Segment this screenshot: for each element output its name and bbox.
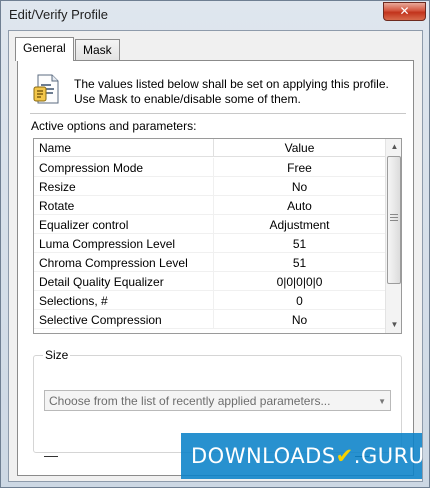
row-value: 0|0|0|0|0 <box>276 275 323 289</box>
recent-parameters-combo[interactable]: Choose from the list of recently applied… <box>44 390 391 411</box>
table-header: Name Value <box>34 139 385 157</box>
document-info-icon <box>33 74 59 104</box>
scroll-thumb[interactable] <box>387 156 401 284</box>
row-value: No <box>291 180 308 194</box>
tab-general[interactable]: General <box>15 37 74 61</box>
options-section-label: Active options and parameters: <box>31 119 197 133</box>
dialog-client-area: General Mask The values listed below sha… <box>8 30 423 482</box>
watermark-text: DOWNLOADS <box>191 444 336 468</box>
table-row[interactable]: Detail Quality Equalizer 0|0|0|0|0 <box>34 272 385 291</box>
table-row[interactable]: Resize No <box>34 177 385 196</box>
info-divider <box>30 113 406 114</box>
table-rows: Compression Mode Free Resize No Rotate A… <box>34 158 385 329</box>
row-value: 0 <box>296 294 303 308</box>
row-value: Adjustment <box>269 218 330 232</box>
info-line-2: Use Mask to enable/disable some of them. <box>74 92 301 106</box>
table-row[interactable]: Compression Mode Free <box>34 158 385 177</box>
row-name: Equalizer control <box>34 215 214 233</box>
watermark-banner: DOWNLOADS✔.GURU <box>181 433 425 479</box>
table-row[interactable]: Selections, # 0 <box>34 291 385 310</box>
row-name: Selective Compression <box>34 310 214 328</box>
dialog-window: Edit/Verify Profile ✕ General Mask The v… <box>0 0 430 488</box>
table-row[interactable]: Selective Compression No <box>34 310 385 329</box>
combo-placeholder: Choose from the list of recently applied… <box>49 394 331 408</box>
info-message: The values listed below shall be set on … <box>74 77 404 107</box>
table-row[interactable]: Equalizer control Adjustment <box>34 215 385 234</box>
table-row[interactable]: Chroma Compression Level 51 <box>34 253 385 272</box>
row-value: 51 <box>292 237 307 251</box>
button-mnemonic-hint <box>44 456 58 457</box>
watermark-suffix: .GURU <box>353 444 425 468</box>
info-line-1: The values listed below shall be set on … <box>74 77 389 91</box>
row-name: Selections, # <box>34 291 214 309</box>
close-icon: ✕ <box>399 4 410 18</box>
close-button[interactable]: ✕ <box>383 2 426 21</box>
table-row[interactable]: Luma Compression Level 51 <box>34 234 385 253</box>
row-name: Chroma Compression Level <box>34 253 214 271</box>
checkmark-icon: ✔ <box>335 444 354 468</box>
row-value: No <box>291 313 308 327</box>
column-header-name[interactable]: Name <box>34 139 214 156</box>
tab-mask-label: Mask <box>83 43 112 57</box>
grip-icon <box>390 214 398 221</box>
row-name: Compression Mode <box>34 158 214 176</box>
scroll-down-arrow-icon[interactable]: ▼ <box>386 317 401 333</box>
chevron-down-icon[interactable]: ▼ <box>378 397 386 406</box>
tab-mask[interactable]: Mask <box>75 39 120 61</box>
size-group-label: Size <box>43 348 71 362</box>
row-name: Resize <box>34 177 214 195</box>
row-value: 51 <box>292 256 307 270</box>
row-name: Detail Quality Equalizer <box>34 272 214 290</box>
table-row[interactable]: Rotate Auto <box>34 196 385 215</box>
column-header-value[interactable]: Value <box>214 139 385 156</box>
row-value: Auto <box>287 199 312 213</box>
row-name: Luma Compression Level <box>34 234 214 252</box>
row-value: Free <box>287 161 312 175</box>
general-tab-panel: The values listed below shall be set on … <box>17 60 414 476</box>
options-table[interactable]: Name Value Compression Mode Free Resize … <box>33 138 402 334</box>
table-scrollbar[interactable]: ▲ ▼ <box>385 139 401 333</box>
scroll-up-arrow-icon[interactable]: ▲ <box>386 139 401 155</box>
window-title: Edit/Verify Profile <box>9 7 108 22</box>
title-bar[interactable]: Edit/Verify Profile ✕ <box>1 1 429 29</box>
row-name: Rotate <box>34 196 214 214</box>
tab-general-label: General <box>23 41 66 55</box>
